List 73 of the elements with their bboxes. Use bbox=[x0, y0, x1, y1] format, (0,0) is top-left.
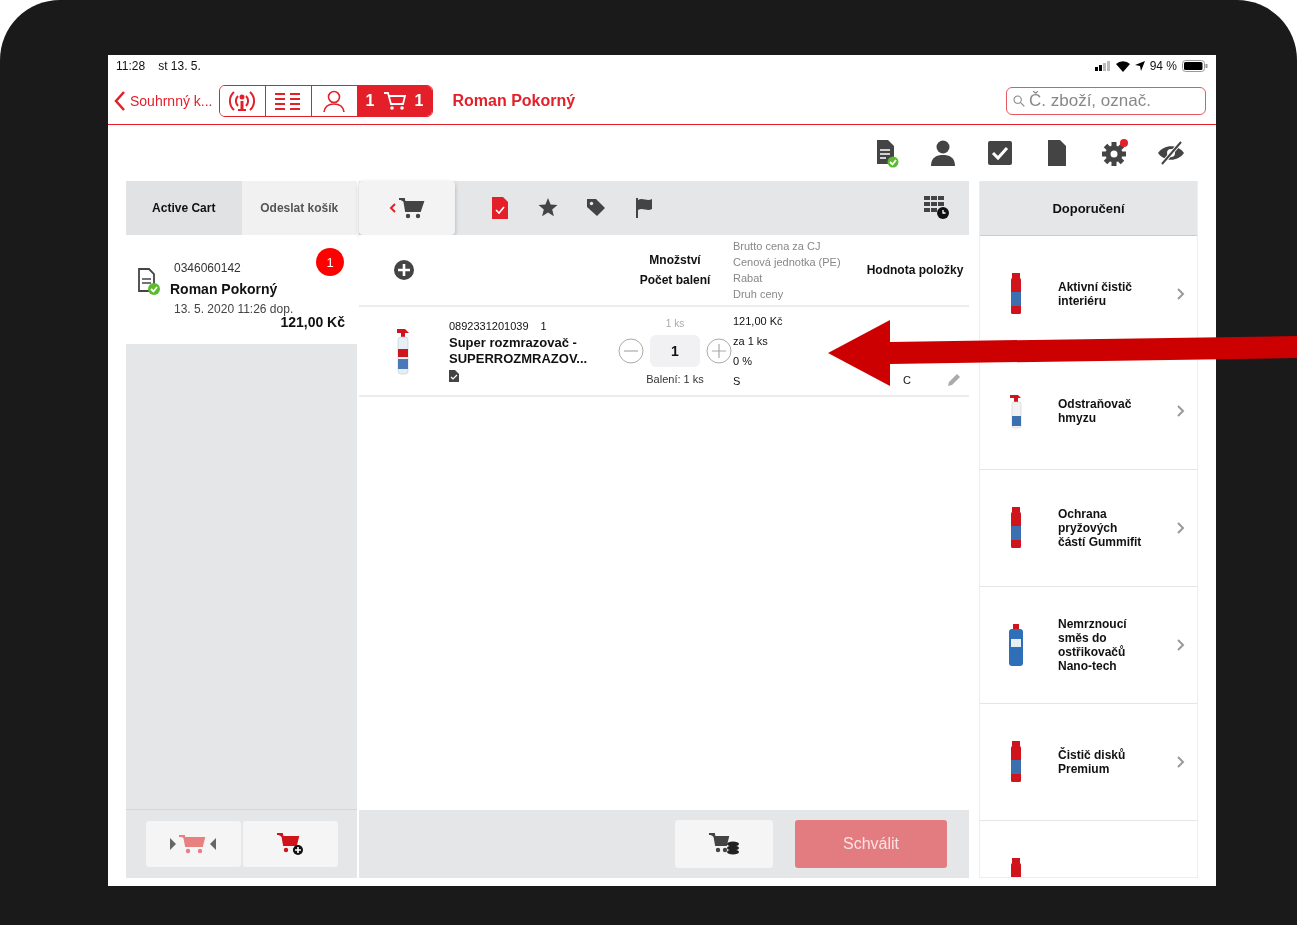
cart-tab[interactable]: Odeslat košík bbox=[241, 181, 357, 235]
location-arrow-icon bbox=[1134, 61, 1145, 71]
cart-between-arrows-icon bbox=[169, 833, 217, 855]
recommendation-name: Odstraňovač hmyzu bbox=[1058, 397, 1133, 425]
person-outline-icon bbox=[322, 88, 346, 113]
checkbox-button[interactable] bbox=[985, 138, 1015, 168]
unit-label: 1 ks bbox=[665, 317, 685, 329]
column-header: Cenová jednotka (PE) bbox=[733, 256, 842, 268]
recommendation-name: Čistič disků Premium bbox=[1058, 748, 1127, 776]
cart-coins-icon bbox=[708, 832, 740, 856]
gross-price: 121,00 Kč bbox=[733, 315, 784, 327]
cart-count: 1 bbox=[365, 91, 375, 110]
customer-name: Roman Pokorný bbox=[452, 91, 576, 110]
quantity-field[interactable]: 1 bbox=[650, 334, 700, 367]
document-check-tab[interactable] bbox=[489, 196, 511, 220]
cart-coins-button[interactable] bbox=[675, 820, 773, 868]
cart-total: 121,00 Kč bbox=[280, 314, 345, 330]
flag-tab[interactable] bbox=[633, 196, 655, 220]
cart-card[interactable]: 0346060142 Roman Pokorný 13. 5. 2020 11:26 dop. 121,00 Kč 1 bbox=[126, 235, 357, 344]
item-position: 1 bbox=[540, 320, 547, 332]
status-date: st 13. 5. bbox=[158, 59, 201, 73]
chevron-right-icon bbox=[1177, 756, 1185, 768]
battery-percent: 94 % bbox=[1149, 59, 1177, 73]
column-header: Hodnota položky bbox=[866, 263, 964, 277]
back-to-cart-button[interactable] bbox=[359, 181, 455, 235]
cart-count: 1 bbox=[414, 91, 424, 110]
add-circle-icon[interactable] bbox=[393, 259, 415, 281]
column-header: Počet balení bbox=[639, 273, 711, 287]
cart-plus-icon bbox=[276, 832, 304, 856]
recommendation-name: Nemrznoucí směs do ostřikovačů Nano-tech bbox=[1058, 617, 1128, 673]
settings-button[interactable] bbox=[1099, 138, 1129, 168]
battery-icon bbox=[1182, 60, 1208, 72]
back-link[interactable]: Souhrnný k... bbox=[114, 90, 213, 111]
wifi-icon bbox=[1115, 60, 1130, 72]
column-header: Brutto cena za CJ bbox=[733, 240, 822, 252]
package-label: Balení: 1 ks bbox=[646, 372, 704, 385]
column-header: Množství bbox=[649, 253, 701, 267]
cart-tab[interactable]: Active Cart bbox=[126, 181, 242, 235]
small-document-icon bbox=[449, 370, 459, 382]
chevron-right-icon bbox=[1177, 405, 1185, 417]
cart-segment[interactable]: 1 1 bbox=[357, 85, 432, 116]
status-time: 11:28 bbox=[116, 59, 146, 73]
canister-picture bbox=[1006, 623, 1026, 667]
chevron-right-icon bbox=[1177, 639, 1185, 651]
search-field[interactable]: Č. zboží, označ. bbox=[1006, 86, 1206, 115]
column-header: Rabat bbox=[733, 272, 764, 284]
chevron-right-icon bbox=[1177, 288, 1185, 300]
count-badge: 1 bbox=[316, 248, 344, 276]
history-grid-button[interactable] bbox=[923, 195, 951, 221]
cart-date: 13. 5. 2020 11:26 dop. bbox=[173, 302, 295, 316]
recommendation-name: Ochrana pryžových částí Gummifit bbox=[1058, 507, 1143, 549]
cart-icon bbox=[382, 90, 407, 111]
list-icon bbox=[273, 90, 303, 111]
price-type: S bbox=[733, 375, 742, 387]
add-cart-button[interactable] bbox=[242, 821, 338, 867]
cart-customer: Roman Pokorný bbox=[170, 281, 279, 297]
column-header: Druh ceny bbox=[733, 288, 785, 300]
panel-title: Doporučení bbox=[1052, 200, 1125, 216]
back-cart-icon bbox=[389, 196, 425, 220]
broadcast-segment[interactable] bbox=[219, 85, 266, 116]
grid-clock-icon bbox=[923, 195, 951, 221]
item-value-code: C bbox=[903, 374, 911, 386]
person-button[interactable] bbox=[928, 138, 958, 168]
recommendation-name: Aktivní čistič interiéru bbox=[1058, 280, 1134, 308]
eye-slash-button[interactable] bbox=[1156, 138, 1186, 168]
signal-icon bbox=[1094, 61, 1111, 71]
item-code: 0892331201039 bbox=[449, 320, 529, 332]
chevron-left-icon bbox=[114, 90, 126, 111]
price-unit: za 1 ks bbox=[733, 335, 769, 347]
discount: 0 % bbox=[733, 355, 753, 367]
cart-number: 0346060142 bbox=[173, 261, 241, 275]
chevron-right-icon bbox=[1177, 522, 1185, 534]
item-name: Super rozmrazovač - SUPERROZMRAZOV... bbox=[449, 335, 589, 367]
